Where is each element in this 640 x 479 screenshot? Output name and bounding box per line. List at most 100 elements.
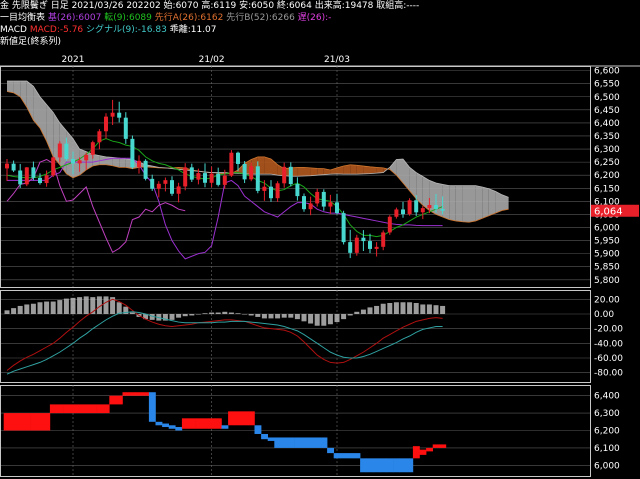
price-tick-label: 6,350 (594, 132, 620, 142)
macd-histogram-bar (314, 314, 320, 326)
renko-bar (96, 404, 103, 414)
candle-body (282, 166, 287, 184)
macd-histogram-bar (70, 297, 76, 314)
candle-body (407, 200, 412, 215)
macd-histogram-bar (215, 312, 221, 314)
candle-body (368, 241, 372, 249)
macd-histogram-bar (413, 303, 419, 314)
cloud-segment (20, 81, 27, 108)
renko-bar (155, 421, 163, 426)
macd-histogram-bar (248, 314, 254, 316)
renko-bar (234, 411, 242, 426)
renko-tick-label: 6,200 (594, 427, 620, 437)
ichimoku-senkou-b-legend: 先行B(52):6266 (226, 13, 295, 23)
candle-body (123, 117, 128, 139)
renko-bar (135, 392, 143, 396)
renko-bar (274, 437, 282, 448)
macd-histogram-bar (426, 304, 432, 314)
renko-bar (366, 458, 374, 473)
macd-tick-label: -60.00 (594, 354, 623, 364)
cloud-segment (488, 188, 496, 216)
candle-body (189, 167, 194, 180)
candle-body (183, 167, 188, 187)
price-tick-label: 6,500 (594, 93, 620, 103)
renko-bar (261, 433, 268, 440)
cloud-segment (310, 167, 318, 176)
cloud-segment (442, 184, 450, 220)
macd-histogram-bar (374, 305, 380, 314)
renko-bar (254, 425, 262, 434)
price-tick-label: 5,950 (594, 237, 620, 247)
candle-body (11, 163, 16, 171)
renko-bar (214, 418, 222, 429)
renko-bar (56, 404, 64, 414)
renko-bar (432, 444, 440, 448)
candle-body (31, 167, 36, 178)
candle-body (434, 204, 438, 209)
candle-body (242, 163, 247, 180)
renko-bar (346, 453, 354, 459)
macd-histogram-bar (393, 302, 399, 314)
renko-bar (241, 411, 249, 426)
renko-bar (327, 447, 334, 454)
candle-body (249, 166, 254, 180)
candle-body (90, 142, 95, 155)
macd-tick-label: 0.00 (594, 310, 614, 320)
price-tick-label: 6,450 (594, 106, 620, 116)
price-tick-label: 5,800 (594, 276, 620, 286)
candle-body (5, 163, 9, 169)
candle-body (361, 237, 366, 242)
macd-histogram-bar (83, 296, 89, 314)
candle-body (97, 131, 102, 143)
macd-histogram-bar (37, 302, 43, 314)
macd-histogram-bar (261, 314, 267, 319)
macd-histogram-bar (228, 312, 234, 314)
macd-histogram-bar (242, 314, 248, 315)
panel-frame-1 (0, 290, 591, 383)
candle-body (302, 196, 306, 210)
macd-label: MACD (0, 25, 27, 35)
macd-histogram-bar (407, 302, 413, 314)
panel-frame-0 (0, 66, 591, 288)
macd-histogram-bar (255, 314, 261, 317)
cloud-segment (363, 166, 370, 174)
renko-bar (333, 453, 341, 459)
candle-body (414, 200, 419, 213)
renko-bar (188, 418, 196, 429)
macd-histogram-bar (440, 305, 446, 314)
candle-body (24, 167, 29, 185)
macd-histogram-bar (420, 304, 426, 314)
ichimoku-chikou-legend: 遅(26):- (297, 13, 332, 23)
candle-body (348, 242, 353, 253)
macd-legend: MACD MACD:-5.76 シグナル(9):-16.83 乖離:11.07 (0, 24, 640, 36)
renko-bar (30, 413, 37, 431)
candle-body (110, 112, 115, 117)
candle-body (420, 208, 425, 213)
macd-histogram-bar (400, 302, 406, 314)
renko-bar (122, 392, 130, 396)
candle-body (38, 177, 42, 184)
macd-histogram-bar (4, 310, 10, 314)
candle-body (387, 216, 392, 233)
price-tick-label: 6,300 (594, 145, 620, 155)
renko-bar (426, 447, 433, 452)
price-tick-label: 5,900 (594, 250, 620, 260)
macd-histogram-bar (103, 296, 109, 314)
ichimoku-senkou-a-legend: 先行A(26):6162 (154, 13, 224, 23)
candle-body (381, 232, 386, 247)
cloud-segment (317, 168, 324, 176)
candle-body (137, 160, 141, 168)
candle-body (170, 180, 174, 194)
renko-bar (307, 437, 315, 448)
cloud-segment (92, 154, 100, 167)
macd-tick-label: 20.00 (594, 295, 620, 305)
candle-body (315, 191, 320, 204)
renko-bar (247, 411, 255, 426)
cloud-segment (370, 166, 377, 174)
renko-bar (181, 418, 189, 429)
renko-bar (162, 423, 169, 428)
ichimoku-tenkan-legend: 転(9):6089 (104, 13, 152, 23)
candle-body (51, 157, 56, 176)
macd-histogram-bar (189, 314, 195, 316)
renko-bar (195, 418, 202, 429)
